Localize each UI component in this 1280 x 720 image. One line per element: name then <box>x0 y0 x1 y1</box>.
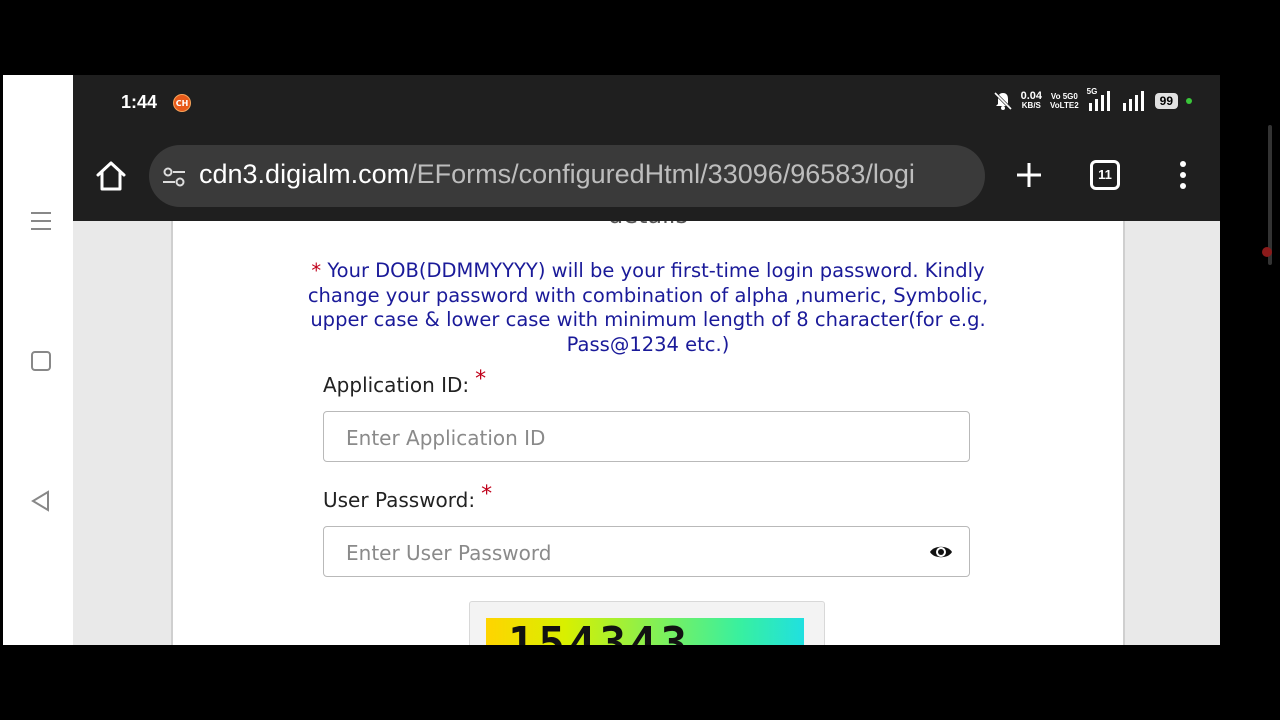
status-time: 1:44 <box>121 92 158 112</box>
notice-text: Your DOB(DDMMYYYY) will be your first-ti… <box>307 259 989 356</box>
privacy-indicator-dot <box>1186 98 1192 104</box>
notification-app-icon: CH <box>173 94 191 112</box>
home-square-icon[interactable] <box>27 347 55 375</box>
application-id-field[interactable] <box>323 411 970 463</box>
password-notice: * Your DOB(DDMMYYYY) will be your first-… <box>303 259 993 357</box>
password-label: User Password: * <box>323 482 492 513</box>
show-password-eye-icon[interactable] <box>929 541 953 563</box>
status-bar: 1:44 CH 0.04 KB/S Vo 5G0 VoLTE2 5G 99 <box>73 75 1220 131</box>
captcha-image: 154343 <box>486 618 804 645</box>
bottom-letterbox <box>0 645 1280 720</box>
captcha-text: 154343 <box>508 618 691 645</box>
network-speed-unit: KB/S <box>1021 101 1041 110</box>
url-text[interactable]: cdn3.digialm.com/EForms/configuredHtml/3… <box>199 159 915 190</box>
application-id-label: Application ID: * <box>323 367 486 398</box>
signal-bars-2-icon <box>1122 91 1144 111</box>
menu-icon[interactable] <box>27 207 55 235</box>
application-id-required: * <box>475 367 487 392</box>
new-tab-plus-icon[interactable] <box>1011 157 1047 193</box>
notice-required-star: * <box>311 259 322 282</box>
volte-bottom: VoLTE2 <box>1050 101 1079 110</box>
signal-5g: 5G <box>1087 87 1113 111</box>
password-label-text: User Password: <box>323 488 476 512</box>
application-id-label-text: Application ID: <box>323 373 470 397</box>
phone-screen: 1:44 CH 0.04 KB/S Vo 5G0 VoLTE2 5G 99 cd… <box>73 75 1220 645</box>
recording-dot <box>1262 247 1272 257</box>
web-page: details * Your DOB(DDMMYYYY) will be you… <box>73 221 1220 645</box>
bell-muted-icon <box>993 91 1012 111</box>
application-id-input[interactable] <box>344 412 908 463</box>
tab-switcher-button[interactable]: 11 <box>1090 160 1120 190</box>
site-settings-icon[interactable] <box>161 165 187 189</box>
captcha-container: 154343 <box>469 601 825 645</box>
more-options-icon[interactable] <box>1171 157 1195 193</box>
section-heading: details <box>173 221 1123 229</box>
network-5g-label: 5G <box>1086 87 1098 96</box>
top-letterbox <box>0 0 1280 75</box>
login-card: details * Your DOB(DDMMYYYY) will be you… <box>171 221 1125 645</box>
right-letterbox <box>1220 75 1280 645</box>
battery-level: 99 <box>1154 93 1178 109</box>
back-triangle-icon[interactable] <box>27 487 55 515</box>
scroll-indicator <box>1268 125 1272 265</box>
password-required: * <box>481 482 493 507</box>
status-indicators: 0.04 KB/S Vo 5G0 VoLTE2 5G 99 <box>993 87 1192 111</box>
address-bar[interactable]: cdn3.digialm.com/EForms/configuredHtml/3… <box>149 145 985 207</box>
url-host: cdn3.digialm.com <box>199 159 410 189</box>
volte-top: Vo 5G0 <box>1050 92 1078 101</box>
password-input[interactable] <box>344 527 908 578</box>
network-speed-value: 0.04 <box>1020 90 1043 102</box>
volte-indicator: Vo 5G0 VoLTE2 <box>1050 92 1079 110</box>
home-icon[interactable] <box>93 158 129 194</box>
url-path: /EForms/configuredHtml/33096/96583/logi <box>409 159 915 189</box>
browser-toolbar: cdn3.digialm.com/EForms/configuredHtml/3… <box>73 131 1220 221</box>
system-nav-bar <box>3 75 73 645</box>
network-speed: 0.04 KB/S <box>1021 91 1042 111</box>
password-field[interactable] <box>323 526 970 578</box>
